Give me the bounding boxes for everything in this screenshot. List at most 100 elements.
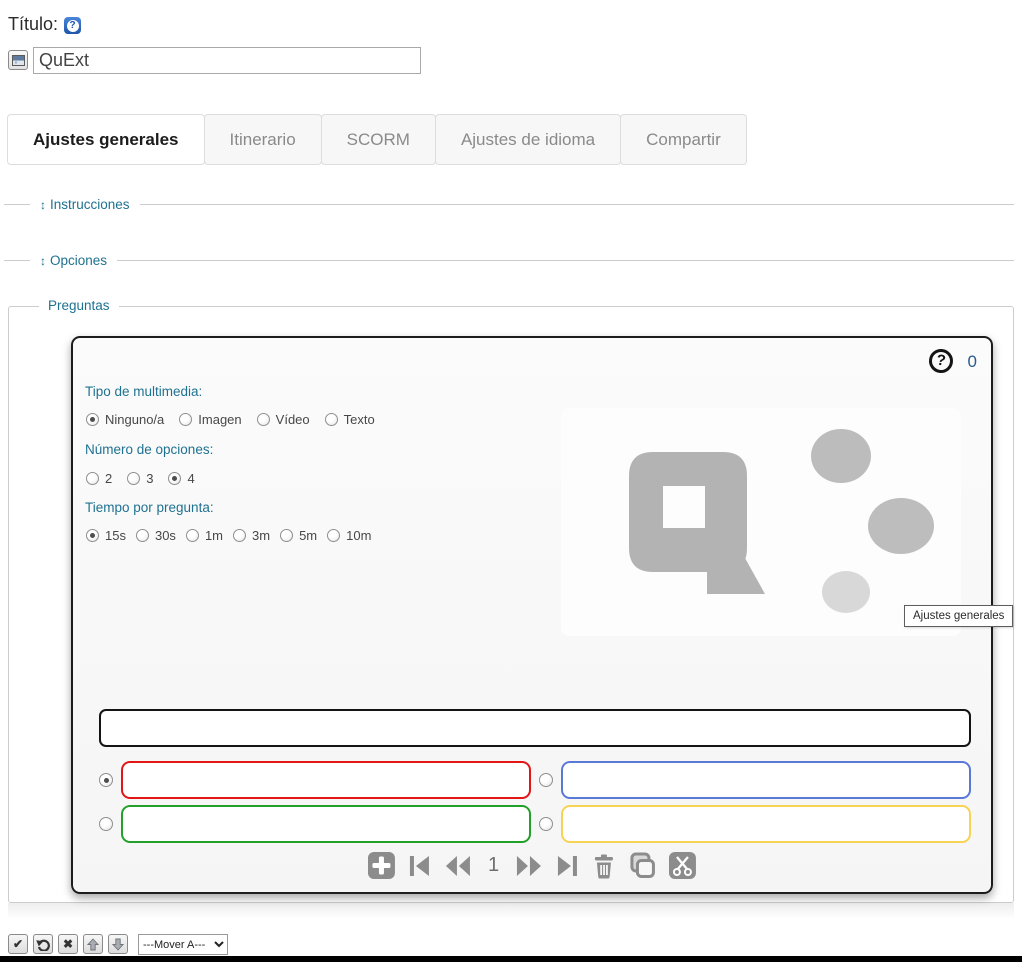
title-input[interactable] xyxy=(33,47,421,74)
tab-scorm[interactable]: SCORM xyxy=(321,114,436,165)
duplicate-question-button[interactable] xyxy=(629,852,656,879)
tab-compartir[interactable]: Compartir xyxy=(620,114,747,165)
tab-itinerario[interactable]: Itinerario xyxy=(204,114,322,165)
question-panel: ? 0 Tipo de multimedia: Ninguno/a Imagen… xyxy=(71,336,993,894)
panel-shadow xyxy=(8,903,1014,919)
divider-line xyxy=(4,260,30,261)
radio-30s[interactable]: 30s xyxy=(136,528,176,543)
arrow-down-icon xyxy=(112,938,124,951)
radio-icon[interactable] xyxy=(280,529,293,542)
radio-1m[interactable]: 1m xyxy=(186,528,223,543)
section-preguntas: Preguntas ? 0 Tipo de multimedia: Ningun… xyxy=(8,306,1014,903)
undo-icon xyxy=(36,938,50,951)
question-text-input[interactable] xyxy=(99,709,971,747)
radio-icon[interactable] xyxy=(325,413,338,426)
plus-icon xyxy=(368,852,395,879)
radio-4-opciones[interactable]: 4 xyxy=(168,471,194,486)
quext-editor-page: Título: ? Ajustes generales Itinerario S… xyxy=(0,0,1022,966)
check-icon: ✔ xyxy=(13,937,23,951)
section-instrucciones-toggle[interactable]: ↕Instrucciones xyxy=(30,197,140,212)
editor-toggle-button[interactable] xyxy=(8,50,28,70)
move-up-button[interactable] xyxy=(83,934,103,954)
answers-grid xyxy=(99,761,971,843)
radio-icon[interactable] xyxy=(86,413,99,426)
question-nav-toolbar: 1 xyxy=(368,852,696,879)
cut-question-button[interactable] xyxy=(669,852,696,879)
divider-line xyxy=(140,204,1014,205)
panel-help-icon[interactable]: ? xyxy=(927,347,954,374)
radio-imagen[interactable]: Imagen xyxy=(179,412,241,427)
move-down-button[interactable] xyxy=(108,934,128,954)
radio-3-opciones[interactable]: 3 xyxy=(127,471,153,486)
answer-3-input[interactable] xyxy=(121,805,531,843)
radio-icon[interactable] xyxy=(86,529,99,542)
title-label: Título: xyxy=(8,14,58,35)
radio-5m[interactable]: 5m xyxy=(280,528,317,543)
page-number: 1 xyxy=(485,854,502,877)
image-icon xyxy=(12,55,25,66)
answer-1-input[interactable] xyxy=(121,761,531,799)
delete-idevice-button[interactable]: ✖ xyxy=(58,934,78,954)
answer-4-input[interactable] xyxy=(561,805,971,843)
previous-question-button[interactable] xyxy=(444,853,472,879)
answer-2-input[interactable] xyxy=(561,761,971,799)
confirm-button[interactable]: ✔ xyxy=(8,934,28,954)
rewind-icon xyxy=(444,853,472,879)
section-opciones-toggle[interactable]: ↕Opciones xyxy=(30,253,117,268)
title-help-icon[interactable]: ? xyxy=(64,17,81,34)
x-icon: ✖ xyxy=(63,937,73,951)
radio-icon[interactable] xyxy=(86,472,99,485)
bottom-divider xyxy=(0,956,1022,962)
delete-question-button[interactable] xyxy=(592,853,616,879)
answer-2-radio[interactable] xyxy=(539,773,553,787)
radio-video[interactable]: Vídeo xyxy=(257,412,310,427)
question-counter: 0 xyxy=(968,352,977,372)
arrow-up-icon xyxy=(87,938,99,951)
radio-icon[interactable] xyxy=(257,413,270,426)
radio-icon[interactable] xyxy=(327,529,340,542)
answer-4-radio[interactable] xyxy=(539,817,553,831)
answer-3-radio[interactable] xyxy=(99,817,113,831)
tab-ajustes-de-idioma[interactable]: Ajustes de idioma xyxy=(435,114,621,165)
radio-icon[interactable] xyxy=(127,472,140,485)
radio-texto[interactable]: Texto xyxy=(325,412,375,427)
skip-last-icon xyxy=(556,853,579,879)
section-preguntas-legend[interactable]: Preguntas xyxy=(39,298,119,313)
radio-icon[interactable] xyxy=(233,529,246,542)
trash-icon xyxy=(592,853,616,879)
time-label: Tiempo por pregunta: xyxy=(85,500,214,515)
radio-icon[interactable] xyxy=(168,472,181,485)
time-radios: 15s 30s 1m 3m 5m 10m xyxy=(86,528,371,543)
last-question-button[interactable] xyxy=(556,853,579,879)
forward-icon xyxy=(515,853,543,879)
radio-3m[interactable]: 3m xyxy=(233,528,270,543)
add-question-button[interactable] xyxy=(368,852,395,879)
move-to-select[interactable]: ---Mover A--- xyxy=(138,934,228,955)
radio-15s[interactable]: 15s xyxy=(86,528,126,543)
up-down-arrow-icon: ↕ xyxy=(40,254,46,268)
next-question-button[interactable] xyxy=(515,853,543,879)
undo-button[interactable] xyxy=(33,934,53,954)
radio-icon[interactable] xyxy=(186,529,199,542)
media-type-label: Tipo de multimedia: xyxy=(85,384,202,399)
scissors-icon xyxy=(669,852,696,879)
num-options-label: Número de opciones: xyxy=(85,442,213,457)
radio-2-opciones[interactable]: 2 xyxy=(86,471,112,486)
tab-ajustes-generales[interactable]: Ajustes generales xyxy=(7,114,205,165)
media-placeholder xyxy=(561,408,961,636)
radio-icon[interactable] xyxy=(136,529,149,542)
num-options-radios: 2 3 4 xyxy=(86,471,195,486)
tab-bar: Ajustes generales Itinerario SCORM Ajust… xyxy=(8,114,747,165)
tooltip: Ajustes generales xyxy=(904,605,1013,627)
section-instrucciones: ↕Instrucciones xyxy=(4,196,1014,213)
quext-logo xyxy=(561,408,961,636)
radio-ninguno[interactable]: Ninguno/a xyxy=(86,412,164,427)
media-type-options: Ninguno/a Imagen Vídeo Texto xyxy=(86,412,375,427)
divider-line xyxy=(4,204,30,205)
copy-icon xyxy=(629,852,656,879)
radio-icon[interactable] xyxy=(179,413,192,426)
answer-1-radio[interactable] xyxy=(99,773,113,787)
radio-10m[interactable]: 10m xyxy=(327,528,371,543)
divider-line xyxy=(117,260,1014,261)
first-question-button[interactable] xyxy=(408,853,431,879)
